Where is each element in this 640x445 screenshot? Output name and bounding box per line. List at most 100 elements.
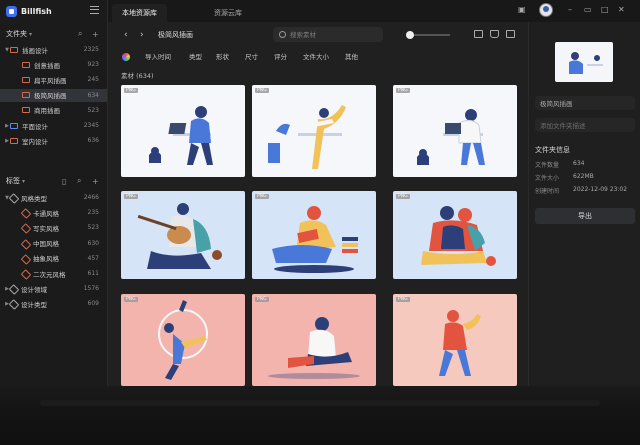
tag-item[interactable]: 卡通风格 235 xyxy=(0,206,107,219)
tag-item[interactable]: ▼ 风格类型 2466 xyxy=(0,191,107,204)
filter-shape[interactable]: 形状 xyxy=(216,51,229,61)
file-type-badge: PNG xyxy=(255,194,269,199)
tree-item-label: 极简风插画 xyxy=(34,92,67,101)
app-window: Billfish 文件夹 ▾ ⌕ + ▼ 插画设计 2325 创意插画 923 扁平风插画… xyxy=(0,0,640,386)
close-icon[interactable]: ✕ xyxy=(618,5,625,14)
chevron-down-icon: ▾ xyxy=(29,30,33,38)
folder-info-title: 文件夹信息 xyxy=(535,146,570,154)
maximize-icon[interactable]: □ xyxy=(601,5,609,14)
tree-item-count: 1576 xyxy=(83,285,99,293)
info-row-count: 文件数量 634 xyxy=(535,160,635,169)
info-label: 文件数量 xyxy=(535,162,560,169)
tree-item-label: 室内设计 xyxy=(22,137,48,146)
tag-item[interactable]: 二次元风格 611 xyxy=(0,267,107,280)
folder-item[interactable]: 商用插画 523 xyxy=(0,104,107,117)
tree-item-label: 写实风格 xyxy=(33,224,59,233)
bookmark-icon[interactable]: ▯ xyxy=(62,177,66,186)
tag-icon xyxy=(22,209,29,216)
tree-item-count: 2325 xyxy=(83,46,99,53)
folder-item[interactable]: ▼ 插画设计 2325 xyxy=(0,43,107,56)
illustration-reading xyxy=(252,191,376,279)
filter-import-time[interactable]: 导入时间 xyxy=(145,51,171,61)
search-box[interactable] xyxy=(273,27,383,42)
asset-card[interactable]: PNG xyxy=(393,85,517,177)
tag-item[interactable]: ▶ 设计领域 1576 xyxy=(0,282,107,295)
folder-item[interactable]: 极简风插画 634 xyxy=(0,88,107,102)
filter-rating[interactable]: 评分 xyxy=(274,51,287,61)
folder-item[interactable]: 扁平风插画 245 xyxy=(0,73,107,86)
file-type-badge: PNG xyxy=(396,88,410,93)
asset-card[interactable]: PNG xyxy=(393,294,517,386)
folder-item[interactable]: ▶ 平面设计 2345 xyxy=(0,119,107,132)
file-type-badge: PNG xyxy=(124,194,138,199)
filter-other[interactable]: 其他 xyxy=(345,51,358,61)
tag-item[interactable]: ▶ 设计类型 609 xyxy=(0,297,107,310)
tags-header[interactable]: 标签 ▾ ▯ ⌕ + xyxy=(6,175,102,187)
folder-icon xyxy=(10,122,18,129)
add-tag-icon[interactable]: + xyxy=(92,177,99,186)
folder-item[interactable]: ▶ 室内设计 636 xyxy=(0,134,107,147)
inspector-panel: 极简风插画 添加文件夹描述 文件夹信息 文件数量 634 文件大小 622MB … xyxy=(528,22,640,386)
file-type-badge: PNG xyxy=(396,297,410,302)
tag-item[interactable]: 抽象风格 457 xyxy=(0,252,107,265)
folders-header[interactable]: 文件夹 ▾ ⌕ + xyxy=(6,28,102,40)
illustration-yoga xyxy=(252,85,376,177)
reflection-bar xyxy=(40,400,600,406)
search-icon[interactable]: ⌕ xyxy=(77,176,81,186)
tree-item-label: 卡通风格 xyxy=(33,209,59,218)
folder-description-field[interactable]: 添加文件夹描述 xyxy=(535,118,635,132)
filter-size[interactable]: 尺寸 xyxy=(245,51,258,61)
info-value: 634 xyxy=(573,160,585,167)
layout-icon[interactable] xyxy=(474,30,483,38)
folder-icon xyxy=(22,107,30,114)
asset-card[interactable]: PNG xyxy=(121,85,245,177)
restore-icon[interactable]: ▭ xyxy=(584,5,592,14)
thumbnail-size-slider[interactable] xyxy=(406,31,450,39)
tag-item[interactable]: 写实风格 523 xyxy=(0,221,107,234)
menu-icon[interactable] xyxy=(90,6,99,14)
asset-card[interactable]: PNG xyxy=(121,294,245,386)
monitor-icon[interactable] xyxy=(490,30,499,38)
asset-card[interactable]: PNG xyxy=(121,191,245,279)
back-icon[interactable]: ‹ xyxy=(124,30,128,40)
folder-item[interactable]: 创意插画 923 xyxy=(0,58,107,71)
tree-item-label: 创意插画 xyxy=(34,61,60,70)
export-button[interactable]: 导出 xyxy=(535,208,635,224)
tree-item-label: 平面设计 xyxy=(22,122,48,131)
breadcrumb[interactable]: 极简风插画 xyxy=(158,30,193,40)
folder-icon xyxy=(10,137,18,144)
forward-icon[interactable]: › xyxy=(140,30,144,40)
tab-cloud-library[interactable]: 资源云库 xyxy=(204,4,252,22)
tree-item-count: 609 xyxy=(87,300,99,308)
info-label: 文件大小 xyxy=(535,175,560,182)
avatar[interactable] xyxy=(539,3,553,17)
search-icon xyxy=(279,31,286,38)
color-filter-icon[interactable] xyxy=(122,53,130,61)
tag-item[interactable]: 中国风格 630 xyxy=(0,237,107,250)
folders-title: 文件夹 xyxy=(6,30,27,38)
material-count[interactable]: 素材 (634) xyxy=(121,70,154,80)
filter-file-size[interactable]: 文件大小 xyxy=(303,51,329,61)
search-icon[interactable]: ⌕ xyxy=(78,29,82,39)
asset-card[interactable]: PNG xyxy=(252,294,376,386)
illustration-guitar xyxy=(121,191,245,279)
asset-card[interactable]: PNG xyxy=(252,191,376,279)
folder-name-field[interactable]: 极简风插画 xyxy=(535,96,635,110)
filter-type[interactable]: 类型 xyxy=(189,51,202,61)
tab-local-library[interactable]: 本地资源库 xyxy=(112,4,167,22)
asset-card[interactable]: PNG xyxy=(252,85,376,177)
tag-icon xyxy=(22,255,29,262)
grid-view-icon[interactable] xyxy=(506,30,515,38)
file-type-badge: PNG xyxy=(124,88,138,93)
add-folder-icon[interactable]: + xyxy=(92,30,99,39)
search-input[interactable] xyxy=(290,30,380,39)
chevron-down-icon: ▾ xyxy=(22,177,26,185)
info-value: 2022-12-09 23:02 xyxy=(573,186,628,193)
minimize-icon[interactable]: – xyxy=(568,5,572,14)
slider-knob[interactable] xyxy=(406,31,414,39)
panel-toggle-icon[interactable]: ▣ xyxy=(518,5,526,14)
info-row-size: 文件大小 622MB xyxy=(535,173,635,182)
sidebar: Billfish 文件夹 ▾ ⌕ + ▼ 插画设计 2325 创意插画 923 扁平风插画… xyxy=(0,0,108,386)
asset-card[interactable]: PNG xyxy=(393,191,517,279)
window-reflection xyxy=(0,386,640,445)
